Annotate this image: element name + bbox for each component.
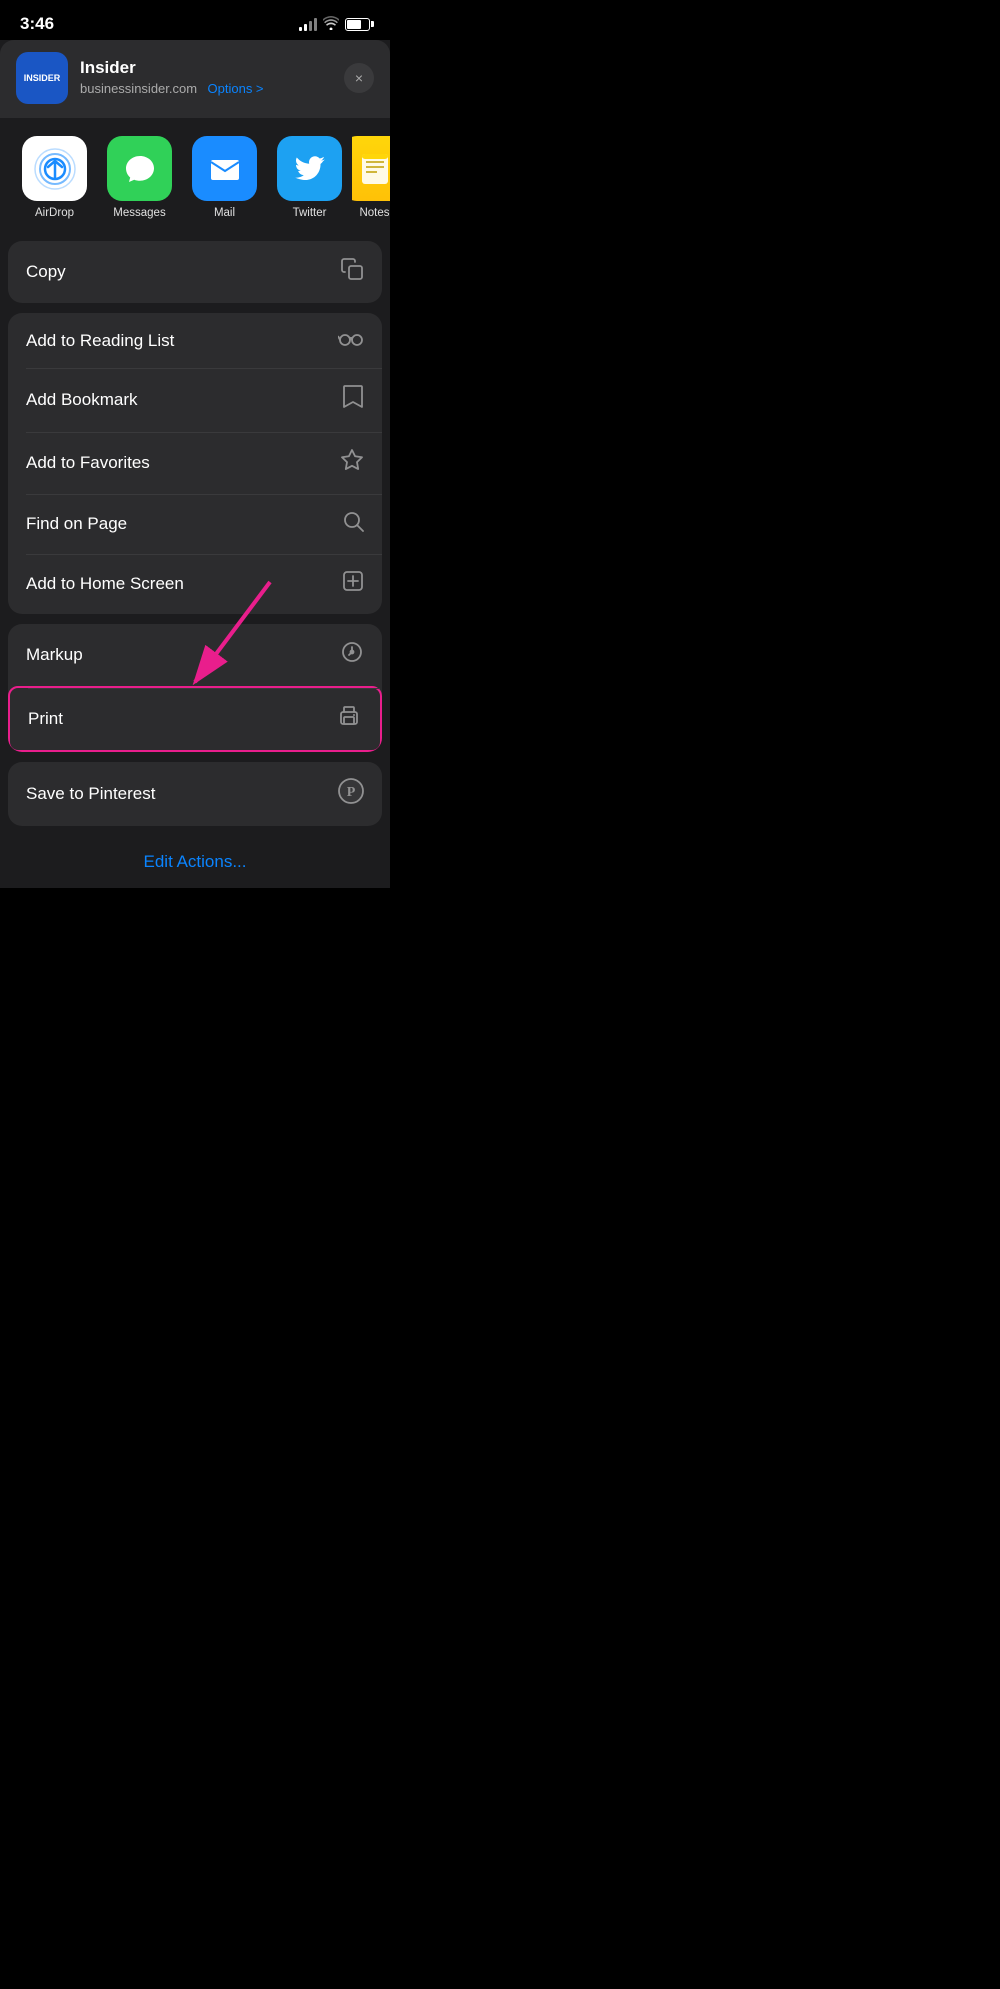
share-header-left: INSIDER Insider businessinsider.com Opti… <box>16 52 264 104</box>
action-list: Copy Add to Reading List <box>0 241 390 888</box>
print-action[interactable]: Print <box>8 686 382 752</box>
signal-bars-icon <box>299 17 317 31</box>
add-bookmark-action[interactable]: Add Bookmark <box>8 368 382 432</box>
status-bar: 3:46 <box>0 0 390 40</box>
twitter-icon <box>277 136 342 201</box>
copy-label: Copy <box>26 262 66 282</box>
action-group-3: Markup Print <box>8 624 382 752</box>
page-wrapper: 3:46 INSIDER <box>0 0 390 888</box>
action-group-2: Add to Reading List Add Bookmark <box>8 313 382 614</box>
star-icon <box>340 448 364 478</box>
airdrop-label: AirDrop <box>35 207 74 219</box>
site-url-row: businessinsider.com Options > <box>80 80 264 98</box>
app-item-airdrop[interactable]: AirDrop <box>12 136 97 219</box>
app-item-twitter[interactable]: Twitter <box>267 136 352 219</box>
svg-text:P: P <box>347 785 356 800</box>
copy-action[interactable]: Copy <box>8 241 382 303</box>
save-pinterest-action[interactable]: Save to Pinterest P <box>8 762 382 826</box>
glasses-icon <box>338 329 364 352</box>
action-group-1: Copy <box>8 241 382 303</box>
markup-label: Markup <box>26 645 83 665</box>
close-button[interactable]: × <box>344 63 374 93</box>
add-home-screen-action[interactable]: Add to Home Screen <box>8 554 382 614</box>
messages-label: Messages <box>113 207 165 219</box>
status-icons <box>299 16 370 33</box>
share-header: INSIDER Insider businessinsider.com Opti… <box>0 40 390 118</box>
find-on-page-label: Find on Page <box>26 514 127 534</box>
markup-icon <box>340 640 364 670</box>
app-item-mail[interactable]: Mail <box>182 136 267 219</box>
pinterest-icon: P <box>338 778 364 810</box>
notes-label: Notes <box>359 207 389 219</box>
add-favorites-action[interactable]: Add to Favorites <box>8 432 382 494</box>
app-item-messages[interactable]: Messages <box>97 136 182 219</box>
site-icon: INSIDER <box>16 52 68 104</box>
add-reading-list-action[interactable]: Add to Reading List <box>8 313 382 368</box>
print-label: Print <box>28 709 63 729</box>
airdrop-icon <box>22 136 87 201</box>
mail-icon <box>192 136 257 201</box>
action-group-4: Save to Pinterest P <box>8 762 382 826</box>
edit-actions[interactable]: Edit Actions... <box>8 836 382 888</box>
markup-action[interactable]: Markup <box>8 624 382 686</box>
print-icon <box>336 704 362 734</box>
site-info: Insider businessinsider.com Options > <box>80 58 264 98</box>
site-name: Insider <box>80 58 264 78</box>
find-on-page-action[interactable]: Find on Page <box>8 494 382 554</box>
app-item-notes[interactable]: Notes <box>352 136 390 219</box>
site-url: businessinsider.com <box>80 81 197 96</box>
add-favorites-label: Add to Favorites <box>26 453 150 473</box>
bookmark-icon <box>342 384 364 416</box>
save-pinterest-label: Save to Pinterest <box>26 784 155 804</box>
messages-icon <box>107 136 172 201</box>
status-time: 3:46 <box>20 14 54 34</box>
notes-icon <box>352 136 390 201</box>
app-row: AirDrop Messages Mail <box>0 120 390 231</box>
copy-icon <box>340 257 364 287</box>
options-link[interactable]: Options > <box>208 81 264 96</box>
add-square-icon <box>342 570 364 598</box>
wifi-icon <box>323 16 339 33</box>
add-reading-list-label: Add to Reading List <box>26 331 174 351</box>
add-home-screen-label: Add to Home Screen <box>26 574 184 594</box>
mail-label: Mail <box>214 207 235 219</box>
search-icon <box>342 510 364 538</box>
twitter-label: Twitter <box>293 207 327 219</box>
add-bookmark-label: Add Bookmark <box>26 390 138 410</box>
battery-icon <box>345 18 370 31</box>
share-sheet: INSIDER Insider businessinsider.com Opti… <box>0 40 390 888</box>
